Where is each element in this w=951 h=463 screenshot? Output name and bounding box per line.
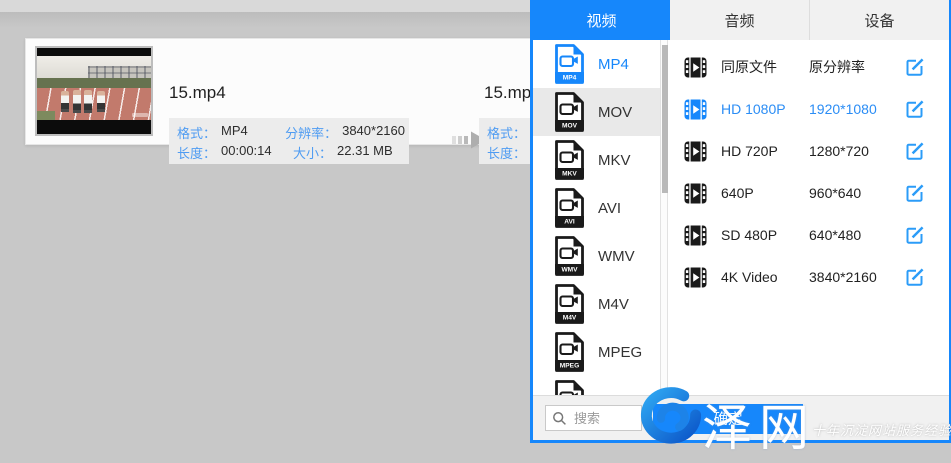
format-label: 格式： [177, 123, 216, 142]
person-figure [61, 91, 69, 112]
resolution-value: 3840*2160 [342, 123, 405, 142]
file-type-icon: MOV [554, 92, 585, 132]
film-strip-icon [684, 224, 707, 247]
resolution-option-4k-video[interactable]: 4K Video3840*2160 [668, 256, 949, 298]
video-thumbnail [35, 46, 153, 136]
resolution-name: 4K Video [721, 269, 809, 285]
source-file-name: 15.mp4 [169, 83, 226, 103]
format-option-MPEG[interactable]: MPEG MPEG [533, 328, 660, 376]
format-option-label: AVI [598, 200, 621, 217]
size-label: 大小： [293, 143, 332, 162]
resolution-value: 3840*2160 [809, 269, 905, 285]
resolution-option-hd-1080p[interactable]: HD 1080P1920*1080 [668, 88, 949, 130]
svg-text:MP4: MP4 [563, 75, 577, 82]
tab-video[interactable]: 视频 [533, 0, 670, 40]
person-figure [84, 90, 92, 113]
resolution-list: 同原文件原分辨率HD 1080P1920*1080HD 720P1280*720… [668, 40, 949, 440]
svg-text:MOV: MOV [562, 123, 578, 130]
popup-tabs: 视频 音频 设备 [533, 0, 949, 40]
output-format-popup: 视频 音频 设备 MP4MP4MOVMOVMKVMKVAVIAVIWMVWMVM… [530, 0, 951, 443]
video-watermark [132, 113, 148, 117]
format-option-AVI[interactable]: AVI AVI [533, 184, 660, 232]
resolution-option-640p[interactable]: 640P960*640 [668, 172, 949, 214]
format-option-MP4[interactable]: MP4 MP4 [533, 40, 660, 88]
film-strip-icon [684, 266, 707, 289]
format-option-label: WMV [598, 248, 635, 265]
format-option-MOV[interactable]: MOV MOV [533, 88, 660, 136]
search-box[interactable] [545, 405, 642, 431]
resolution-value: 640*480 [809, 227, 905, 243]
duration-label: 长度： [177, 143, 216, 162]
person-figure [97, 91, 105, 112]
edit-icon[interactable] [905, 225, 925, 245]
file-type-icon: AVI [554, 188, 585, 228]
svg-text:M4V: M4V [563, 315, 577, 322]
source-file-meta: 格式： MP4 分辨率： 3840*2160 长度： 00:00:14 大小： … [169, 118, 409, 164]
resolution-name: HD 1080P [721, 101, 809, 117]
file-type-icon: MPEG [554, 332, 585, 372]
film-strip-icon [684, 98, 707, 121]
file-type-icon: M4V [554, 284, 585, 324]
tab-audio[interactable]: 音频 [670, 0, 810, 40]
format-value: MP4 [221, 123, 248, 142]
film-strip-icon [684, 140, 707, 163]
file-type-icon: MP4 [554, 44, 585, 84]
format-option-MKV[interactable]: MKV MKV [533, 136, 660, 184]
edit-icon[interactable] [905, 267, 925, 287]
format-option-M4V[interactable]: M4V M4V [533, 280, 660, 328]
resolution-label: 分辨率： [285, 123, 337, 142]
edit-icon[interactable] [905, 183, 925, 203]
duration-label: 长度： [487, 143, 526, 162]
svg-text:AVI: AVI [564, 219, 575, 226]
video-frame [37, 56, 151, 120]
edit-icon[interactable] [905, 57, 925, 77]
resolution-option-同原文件[interactable]: 同原文件原分辨率 [668, 46, 949, 88]
duration-value: 00:00:14 [221, 143, 272, 162]
search-input[interactable] [572, 410, 638, 427]
format-option-WMV[interactable]: WMV WMV [533, 232, 660, 280]
resolution-name: HD 720P [721, 143, 809, 159]
resolution-name: 640P [721, 185, 809, 201]
format-list: MP4 MP4 MOV MOV MKV MKV AVI AVI WMV WMV M4V M4V MPEG… [533, 40, 660, 440]
person-figure [73, 90, 81, 113]
file-type-icon: MKV [554, 140, 585, 180]
scrollbar-thumb[interactable] [662, 45, 668, 193]
confirm-button[interactable]: 确定 [653, 404, 803, 434]
svg-text:MPEG: MPEG [560, 363, 579, 370]
popup-bottom-bar: 确定 [533, 395, 949, 440]
edit-icon[interactable] [905, 99, 925, 119]
resolution-name: SD 480P [721, 227, 809, 243]
resolution-name: 同原文件 [721, 57, 809, 77]
resolution-value: 960*640 [809, 185, 905, 201]
film-strip-icon [684, 56, 707, 79]
size-value: 22.31 MB [337, 143, 393, 162]
file-type-icon: WMV [554, 236, 585, 276]
search-icon [552, 411, 567, 426]
resolution-value: 原分辨率 [809, 57, 905, 77]
resolution-option-hd-720p[interactable]: HD 720P1280*720 [668, 130, 949, 172]
format-list-scrollbar[interactable] [660, 40, 668, 440]
format-option-label: M4V [598, 296, 629, 313]
format-option-label: MOV [598, 104, 632, 121]
edit-icon[interactable] [905, 141, 925, 161]
film-strip-icon [684, 182, 707, 205]
format-label: 格式： [487, 123, 526, 142]
resolution-value: 1920*1080 [809, 101, 905, 117]
format-option-label: MKV [598, 152, 631, 169]
resolution-option-sd-480p[interactable]: SD 480P640*480 [668, 214, 949, 256]
tab-device[interactable]: 设备 [810, 0, 949, 40]
svg-text:WMV: WMV [561, 267, 578, 274]
resolution-value: 1280*720 [809, 143, 905, 159]
format-option-label: MP4 [598, 56, 629, 73]
format-option-label: MPEG [598, 344, 642, 361]
svg-text:MKV: MKV [562, 171, 577, 178]
